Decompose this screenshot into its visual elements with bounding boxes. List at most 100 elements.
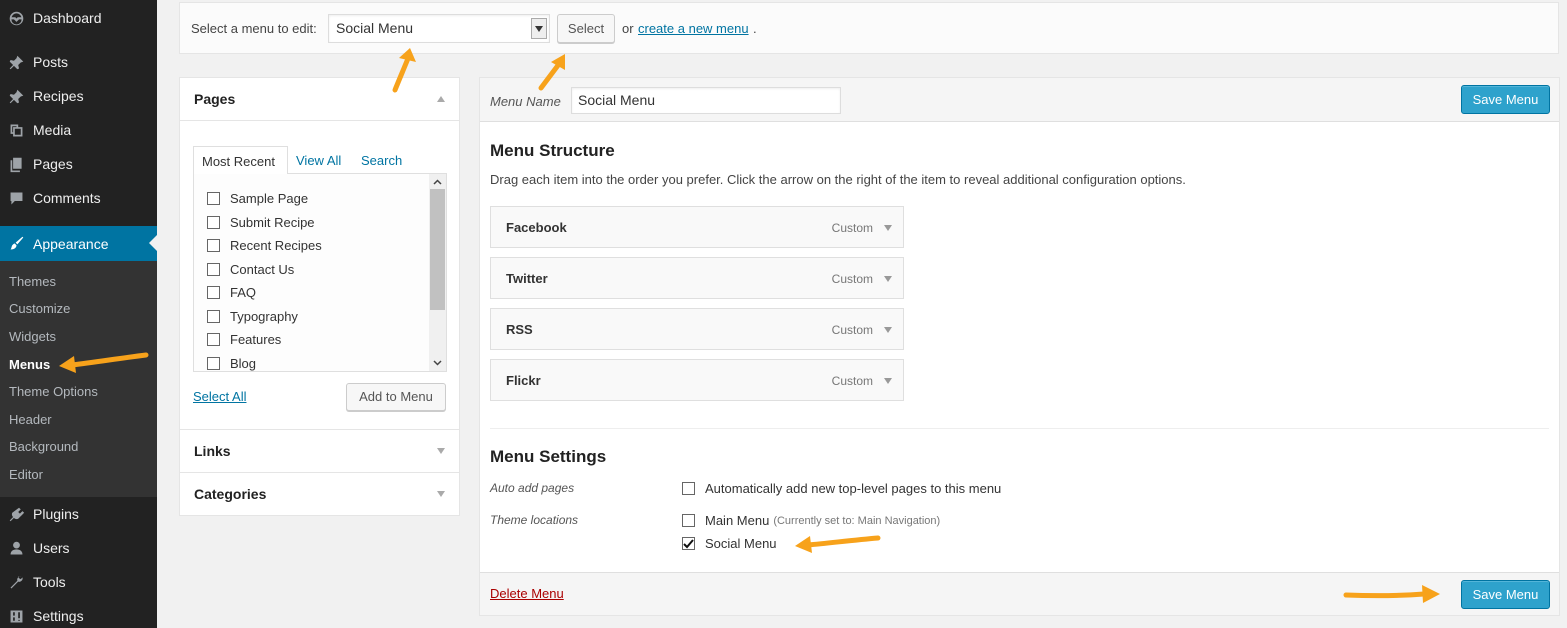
menu-edit-panel: Menu Name Social Menu Save Menu Menu Str… <box>479 77 1560 616</box>
page-checkbox[interactable] <box>207 192 220 205</box>
save-menu-button-bottom[interactable]: Save Menu <box>1461 580 1550 609</box>
users-icon <box>6 538 26 558</box>
menu-name-input[interactable]: Social Menu <box>571 87 841 114</box>
page-checkbox[interactable] <box>207 263 220 276</box>
page-checkbox[interactable] <box>207 333 220 346</box>
page-item-faq[interactable]: FAQ <box>207 285 256 300</box>
nav-users[interactable]: Users <box>0 531 157 565</box>
nav-comments[interactable]: Comments <box>0 181 157 215</box>
accordion-links-header[interactable]: Links <box>180 430 459 473</box>
tab-view-all[interactable]: View All <box>288 146 349 174</box>
annotation-arrow-icon <box>538 54 565 91</box>
nav-recipes[interactable]: Recipes <box>0 79 157 113</box>
menu-item-flickr[interactable]: Flickr Custom <box>490 359 904 401</box>
expand-arrow-icon[interactable] <box>437 491 445 497</box>
main-menu-note: (Currently set to: Main Navigation) <box>773 514 941 527</box>
submenu-header[interactable]: Header <box>9 412 52 427</box>
brush-icon <box>6 234 26 254</box>
menu-item-title: Twitter <box>506 271 548 286</box>
submenu-editor[interactable]: Editor <box>9 467 43 482</box>
expand-arrow-icon[interactable] <box>884 327 892 333</box>
submenu-theme-options[interactable]: Theme Options <box>9 384 98 399</box>
submenu-themes[interactable]: Themes <box>9 274 56 289</box>
page-item-features[interactable]: Features <box>207 332 281 347</box>
menu-item-rss[interactable]: RSS Custom <box>490 308 904 350</box>
page-item-recent-recipes[interactable]: Recent Recipes <box>207 238 322 253</box>
scroll-up-icon[interactable] <box>433 178 442 187</box>
period-text: . <box>753 21 757 36</box>
page-checkbox[interactable] <box>207 310 220 323</box>
menu-item-title: RSS <box>506 322 533 337</box>
scroll-thumb[interactable] <box>430 189 445 310</box>
select-all-link[interactable]: Select All <box>193 389 246 404</box>
save-menu-button-top[interactable]: Save Menu <box>1461 85 1550 114</box>
section-divider <box>490 428 1549 429</box>
nav-posts[interactable]: Posts <box>0 45 157 79</box>
menu-item-type: Custom <box>831 323 873 337</box>
main-menu-checkbox[interactable] <box>682 514 695 527</box>
checkmark-icon <box>683 538 694 548</box>
pages-panel: Most Recent View All Search Sample Page … <box>180 121 459 430</box>
comments-icon <box>6 188 26 208</box>
menu-item-twitter[interactable]: Twitter Custom <box>490 257 904 299</box>
tab-most-recent[interactable]: Most Recent <box>193 146 288 174</box>
page-list-scrollbar[interactable] <box>429 174 446 371</box>
submenu-customize[interactable]: Customize <box>9 301 70 316</box>
page-checkbox[interactable] <box>207 216 220 229</box>
menu-select-dropdown[interactable]: Social Menu <box>328 14 550 43</box>
annotation-arrow-icon <box>795 535 881 553</box>
page-item-blog[interactable]: Blog <box>207 356 256 371</box>
accordion-categories-header[interactable]: Categories <box>180 473 459 516</box>
nav-dashboard[interactable]: Dashboard <box>0 1 157 35</box>
page-item-typography[interactable]: Typography <box>207 309 298 324</box>
page-item-submit-recipe[interactable]: Submit Recipe <box>207 215 315 230</box>
select-menu-label: Select a menu to edit: <box>191 21 317 36</box>
submenu-widgets[interactable]: Widgets <box>9 329 56 344</box>
expand-arrow-icon[interactable] <box>884 276 892 282</box>
pin-icon <box>6 86 26 106</box>
media-icon <box>6 120 26 140</box>
nav-appearance[interactable]: Appearance <box>0 226 157 261</box>
page-checklist[interactable]: Sample Page Submit Recipe Recent Recipes… <box>193 173 447 372</box>
wrench-icon <box>6 572 26 592</box>
menu-select-value: Social Menu <box>336 20 414 36</box>
chevron-down-icon[interactable] <box>531 18 547 39</box>
location-social-menu[interactable]: Social Menu <box>682 536 777 551</box>
dashboard-icon <box>6 8 26 28</box>
expand-arrow-icon[interactable] <box>437 448 445 454</box>
page-checkbox[interactable] <box>207 357 220 370</box>
settings-icon <box>6 606 26 626</box>
scroll-down-icon[interactable] <box>433 358 442 367</box>
add-items-accordion: Pages Most Recent View All Search Sample… <box>179 77 460 516</box>
nav-media[interactable]: Media <box>0 113 157 147</box>
page-checkbox[interactable] <box>207 286 220 299</box>
submenu-background[interactable]: Background <box>9 439 78 454</box>
expand-arrow-icon[interactable] <box>884 378 892 384</box>
add-to-menu-button[interactable]: Add to Menu <box>346 383 446 411</box>
submenu-menus[interactable]: Menus <box>9 357 50 372</box>
menu-item-facebook[interactable]: Facebook Custom <box>490 206 904 248</box>
annotation-arrow-icon <box>59 352 149 373</box>
tab-search[interactable]: Search <box>353 146 410 174</box>
nav-pages[interactable]: Pages <box>0 147 157 181</box>
theme-locations-label: Theme locations <box>490 513 579 527</box>
nav-plugins[interactable]: Plugins <box>0 497 157 531</box>
accordion-pages-title: Pages <box>194 91 236 107</box>
appearance-submenu: Themes Customize Widgets Menus Theme Opt… <box>0 261 157 497</box>
create-new-menu-link[interactable]: create a new menu <box>638 21 749 36</box>
page-checkbox[interactable] <box>207 239 220 252</box>
auto-add-checkbox[interactable] <box>682 482 695 495</box>
select-button[interactable]: Select <box>557 14 615 43</box>
social-menu-checkbox[interactable] <box>682 537 695 550</box>
page-item-sample-page[interactable]: Sample Page <box>207 191 308 206</box>
collapse-arrow-icon[interactable] <box>437 96 445 102</box>
page-item-contact-us[interactable]: Contact Us <box>207 262 294 277</box>
auto-add-option[interactable]: Automatically add new top-level pages to… <box>682 481 1001 496</box>
expand-arrow-icon[interactable] <box>884 225 892 231</box>
nav-settings[interactable]: Settings <box>0 599 157 628</box>
annotation-arrow-icon <box>1343 585 1440 603</box>
menu-item-type: Custom <box>831 221 873 235</box>
nav-tools[interactable]: Tools <box>0 565 157 599</box>
location-main-menu[interactable]: Main Menu (Currently set to: Main Naviga… <box>682 513 940 528</box>
delete-menu-link[interactable]: Delete Menu <box>490 586 564 601</box>
